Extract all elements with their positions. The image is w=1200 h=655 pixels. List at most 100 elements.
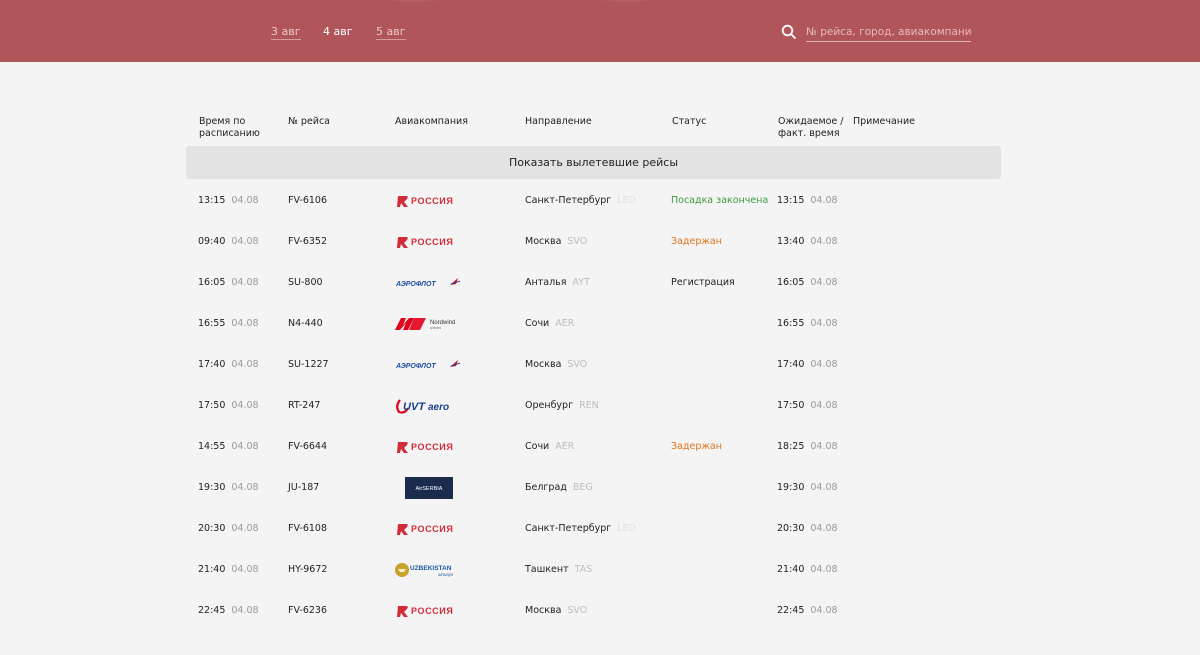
flight-row[interactable]: 17:50 04.08 RT-247 UVT aero Оренбург REN 1…	[186, 385, 1001, 426]
expected-time-value: 17:40	[777, 359, 805, 370]
scheduled-time-value: 20:30	[198, 523, 226, 534]
destination: Сочи AER	[525, 318, 574, 329]
col-flight: № рейса	[288, 116, 330, 127]
expected-time: 21:40 04.08	[777, 564, 838, 575]
expected-time: 19:30 04.08	[777, 482, 838, 493]
flight-row[interactable]: 13:15 04.08 FV-6106 РОССИЯ Санкт-Петербур…	[186, 180, 1001, 221]
scheduled-date: 04.08	[231, 441, 259, 452]
destination-city: Ташкент	[525, 564, 569, 575]
flight-row[interactable]: 21:40 04.08 HY-9672 UZBEKISTAN airways Та…	[186, 549, 1001, 590]
search-icon[interactable]	[781, 24, 797, 40]
airport-code: AER	[555, 441, 575, 452]
expected-time: 18:25 04.08	[777, 441, 838, 452]
scheduled-time-value: 09:40	[198, 236, 226, 247]
airserbia-logo: AirSERBIA	[405, 477, 453, 499]
scheduled-time: 16:55 04.08	[198, 318, 259, 329]
scheduled-time: 13:15 04.08	[198, 195, 259, 206]
destination-city: Санкт-Петербург	[525, 195, 612, 206]
flight-row[interactable]: 22:45 04.08 FV-6236 РОССИЯ Москва SVO 22:4…	[186, 590, 1001, 631]
flight-row[interactable]: 16:05 04.08 SU-800 АЭРОФЛОТ Анталья AYT Ре…	[186, 262, 1001, 303]
svg-text:AirSERBIA: AirSERBIA	[416, 486, 443, 492]
scheduled-date: 04.08	[231, 564, 259, 575]
expected-time-value: 17:50	[777, 400, 805, 411]
flight-number: N4-440	[288, 318, 323, 329]
flight-number: FV-6108	[288, 523, 328, 534]
flight-status: Задержан	[671, 236, 722, 247]
flight-number: FV-6644	[288, 441, 328, 452]
expected-time-value: 21:40	[777, 564, 805, 575]
scheduled-time: 16:05 04.08	[198, 277, 259, 288]
flight-row[interactable]: 09:40 04.08 FV-6352 РОССИЯ Москва SVO Заде…	[186, 221, 1001, 262]
col-destination: Направление	[525, 116, 592, 127]
date-tab-prev[interactable]: 3 авг	[271, 25, 301, 40]
airport-code: LED	[617, 523, 636, 534]
airport-code: REN	[579, 400, 599, 411]
scheduled-time-value: 16:05	[198, 277, 226, 288]
flight-row[interactable]: 19:30 04.08 JU-187 AirSERBIA Белград BEG 1…	[186, 467, 1001, 508]
expected-date: 04.08	[810, 236, 838, 247]
destination-city: Оренбург	[525, 400, 574, 411]
scheduled-time: 17:40 04.08	[198, 359, 259, 370]
scheduled-date: 04.08	[231, 318, 259, 329]
rossiya-logo: РОССИЯ	[397, 442, 453, 453]
scheduled-time: 21:40 04.08	[198, 564, 259, 575]
flight-row[interactable]: 17:40 04.08 SU-1227 АЭРОФЛОТ Москва SVO 17…	[186, 344, 1001, 385]
svg-text:РОССИЯ: РОССИЯ	[411, 606, 453, 616]
flight-row[interactable]: 20:30 04.08 FV-6108 РОССИЯ Санкт-Петербур…	[186, 508, 1001, 549]
airport-code: SVO	[567, 359, 588, 370]
scheduled-time-value: 17:50	[198, 400, 226, 411]
expected-time-value: 22:45	[777, 605, 805, 616]
scheduled-date: 04.08	[231, 277, 259, 288]
search-input[interactable]	[806, 22, 971, 42]
date-tab-current[interactable]: 4 авг	[323, 25, 353, 39]
svg-text:РОССИЯ: РОССИЯ	[411, 524, 453, 534]
destination-city: Сочи	[525, 441, 550, 452]
flight-number: FV-6352	[288, 236, 328, 247]
svg-text:aero: aero	[428, 402, 449, 413]
flight-status: Посадка закончена	[671, 195, 769, 206]
aeroflot-logo: АЭРОФЛОТ	[395, 278, 461, 288]
expected-date: 04.08	[810, 482, 838, 493]
expected-date: 04.08	[810, 400, 838, 411]
svg-text:airways: airways	[438, 572, 454, 577]
destination-city: Белград	[525, 482, 567, 493]
svg-text:АЭРОФЛОТ: АЭРОФЛОТ	[395, 281, 436, 288]
destination: Белград BEG	[525, 482, 593, 493]
expected-date: 04.08	[810, 564, 838, 575]
expected-date: 04.08	[810, 523, 838, 534]
flight-row[interactable]: 14:55 04.08 FV-6644 РОССИЯ Сочи AER Задерж…	[186, 426, 1001, 467]
flight-status: Регистрация	[671, 277, 735, 288]
destination: Сочи AER	[525, 441, 574, 452]
destination-city: Анталья	[525, 277, 567, 288]
destination: Санкт-Петербург LED	[525, 195, 636, 206]
scheduled-time: 14:55 04.08	[198, 441, 259, 452]
scheduled-time-value: 21:40	[198, 564, 226, 575]
scheduled-date: 04.08	[231, 400, 259, 411]
flight-row[interactable]: 16:55 04.08 N4-440 Nordwind airlines Сочи…	[186, 303, 1001, 344]
expected-date: 04.08	[810, 441, 838, 452]
destination-city: Санкт-Петербург	[525, 523, 612, 534]
col-airline: Авиакомпания	[395, 116, 468, 127]
date-tab-next[interactable]: 5 авг	[376, 25, 406, 40]
expected-time-value: 19:30	[777, 482, 805, 493]
expected-time: 22:45 04.08	[777, 605, 838, 616]
scheduled-date: 04.08	[231, 605, 259, 616]
destination-city: Москва	[525, 605, 562, 616]
expected-time-value: 13:40	[777, 236, 805, 247]
show-departed-button[interactable]: Показать вылетевшие рейсы	[186, 146, 1001, 179]
expected-date: 04.08	[810, 195, 838, 206]
uzbekistan-logo: UZBEKISTAN airways	[395, 563, 454, 577]
destination: Анталья AYT	[525, 277, 590, 288]
expected-time: 16:05 04.08	[777, 277, 838, 288]
flight-number: HY-9672	[288, 564, 328, 575]
scheduled-date: 04.08	[231, 482, 259, 493]
airport-code: SVO	[567, 605, 588, 616]
rossiya-logo: РОССИЯ	[397, 524, 453, 535]
scheduled-date: 04.08	[231, 236, 259, 247]
flight-number: SU-1227	[288, 359, 329, 370]
expected-time: 16:55 04.08	[777, 318, 838, 329]
svg-text:UZBEKISTAN: UZBEKISTAN	[410, 565, 452, 572]
rossiya-logo: РОССИЯ	[397, 606, 453, 617]
expected-time: 13:15 04.08	[777, 195, 838, 206]
svg-text:РОССИЯ: РОССИЯ	[411, 237, 453, 247]
